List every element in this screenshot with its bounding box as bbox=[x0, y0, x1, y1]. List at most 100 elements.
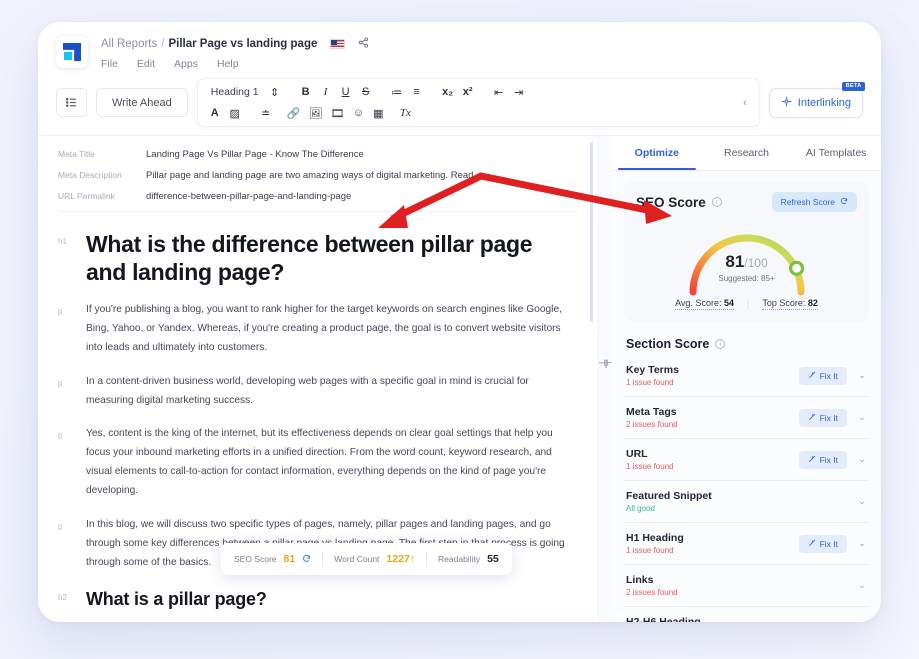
meta-title-label: Meta Title bbox=[58, 149, 95, 159]
top-score-value: 82 bbox=[807, 298, 818, 308]
meta-row-title[interactable]: Meta Title Landing Page Vs Pillar Page -… bbox=[38, 144, 598, 165]
app-logo[interactable] bbox=[56, 36, 88, 68]
interlink-icon bbox=[781, 96, 792, 110]
italic-button[interactable]: I bbox=[317, 83, 335, 101]
section-row[interactable]: URL 1 issue found Fix It ⌄ bbox=[624, 439, 869, 481]
pane-splitter[interactable]: ⊣|⊢ bbox=[598, 136, 614, 622]
document-block-h2: h2 What is a pillar page? bbox=[58, 588, 574, 611]
section-row[interactable]: Featured Snippet All good ⌄ bbox=[624, 481, 869, 523]
refresh-icon bbox=[840, 197, 848, 207]
editor-scrollbar[interactable] bbox=[590, 142, 593, 322]
section-score-title: Section Score bbox=[626, 337, 710, 351]
menu-file[interactable]: File bbox=[101, 58, 118, 70]
refresh-score-button[interactable]: Refresh Score bbox=[771, 192, 857, 212]
bold-button[interactable]: B bbox=[297, 83, 315, 101]
subscript-button[interactable]: x₂ bbox=[439, 83, 457, 101]
block-tag-p: p bbox=[58, 521, 63, 531]
chevron-down-icon[interactable]: ⌄ bbox=[857, 496, 867, 507]
strikethrough-button[interactable]: S bbox=[357, 83, 375, 101]
section-row[interactable]: H1 Heading 1 issue found Fix It ⌄ bbox=[624, 523, 869, 565]
highlight-color-button[interactable]: ▨ bbox=[226, 104, 244, 122]
tab-research[interactable]: Research bbox=[702, 136, 792, 170]
chevron-left-icon[interactable]: ‹ bbox=[739, 97, 751, 109]
format-row-2: A ▨ ≐ 🔗 🖼 🎞 ☺ ▦ Tx bbox=[206, 103, 739, 123]
seo-score-card: SEO Score i Refresh Score 81/100 Suggest… bbox=[624, 181, 869, 322]
heading-select-chevron-icon[interactable]: ⇕ bbox=[266, 83, 284, 101]
paragraph-1[interactable]: If you're publishing a blog, you want to… bbox=[86, 301, 574, 358]
section-row[interactable]: H2-H6 Heading2 issues found⌄ bbox=[624, 607, 869, 622]
emoji-icon[interactable]: ☺ bbox=[349, 104, 367, 122]
ordered-list-button[interactable]: ≔ bbox=[388, 83, 406, 101]
menu-help[interactable]: Help bbox=[217, 58, 239, 70]
section-name: Key Terms bbox=[626, 364, 679, 376]
chevron-down-icon[interactable]: ⌄ bbox=[857, 412, 867, 423]
fix-it-button[interactable]: Fix It bbox=[798, 408, 847, 427]
meta-fields: Meta Title Landing Page Vs Pillar Page -… bbox=[38, 136, 598, 216]
logo-mark-icon bbox=[63, 43, 81, 61]
indent-button[interactable]: ⇥ bbox=[510, 83, 528, 101]
fix-it-button[interactable]: Fix It bbox=[798, 366, 847, 385]
section-heading[interactable]: What is a pillar page? bbox=[86, 588, 574, 611]
fix-it-button[interactable]: Fix It bbox=[798, 534, 847, 553]
chevron-down-icon[interactable]: ⌄ bbox=[857, 454, 867, 465]
write-ahead-button[interactable]: Write Ahead bbox=[96, 88, 188, 117]
refresh-icon[interactable] bbox=[302, 554, 311, 565]
meta-row-permalink[interactable]: URL Permalink difference-between-pillar-… bbox=[38, 186, 598, 207]
chevron-down-icon[interactable]: ⌄ bbox=[857, 580, 867, 591]
table-icon[interactable]: ▦ bbox=[369, 104, 387, 122]
tab-ai-templates[interactable]: AI Templates bbox=[791, 136, 881, 170]
top-score: Top Score: 82 bbox=[762, 298, 818, 310]
fix-it-label: Fix It bbox=[819, 412, 838, 423]
fix-it-label: Fix It bbox=[819, 454, 838, 465]
link-icon[interactable]: 🔗 bbox=[284, 104, 304, 122]
info-icon[interactable]: i bbox=[711, 197, 722, 207]
superscript-button[interactable]: x² bbox=[459, 83, 477, 101]
heading-select[interactable]: Heading 1 bbox=[206, 83, 264, 101]
interlinking-button[interactable]: Interlinking BETA bbox=[768, 81, 865, 118]
share-icon[interactable] bbox=[358, 37, 369, 51]
section-row[interactable]: Links 2 issues found ⌄ bbox=[624, 565, 869, 607]
paragraph-2[interactable]: In a content-driven business world, deve… bbox=[86, 373, 574, 411]
list-icon[interactable] bbox=[56, 88, 87, 117]
meta-description-value[interactable]: Pillar page and landing page are two ama… bbox=[146, 170, 484, 181]
chevron-down-icon[interactable]: ⌄ bbox=[857, 370, 867, 381]
seo-gauge: 81/100 Suggested: 85+ bbox=[636, 220, 857, 296]
clear-format-button[interactable]: Tx bbox=[396, 104, 414, 122]
tab-optimize[interactable]: Optimize bbox=[612, 136, 702, 170]
drag-handle-icon[interactable]: ⊣|⊢ bbox=[598, 358, 614, 369]
unordered-list-button[interactable]: ≡ bbox=[408, 83, 426, 101]
meta-title-value[interactable]: Landing Page Vs Pillar Page - Know The D… bbox=[146, 149, 364, 160]
menu-apps[interactable]: Apps bbox=[174, 58, 198, 70]
info-icon[interactable]: i bbox=[715, 339, 726, 349]
section-row[interactable]: Key Terms 1 issue found Fix It ⌄ bbox=[624, 355, 869, 397]
us-flag-icon bbox=[330, 39, 346, 49]
image-icon[interactable]: 🖼 bbox=[305, 104, 325, 122]
breadcrumb-all-reports[interactable]: All Reports bbox=[101, 38, 157, 50]
score-footer: Avg. Score: 54 | Top Score: 82 bbox=[636, 298, 857, 310]
section-status: 1 issue found bbox=[626, 462, 674, 471]
url-permalink-label: URL Permalink bbox=[58, 191, 115, 201]
url-permalink-value[interactable]: difference-between-pillar-page-and-landi… bbox=[146, 191, 351, 202]
section-name: Links bbox=[626, 574, 654, 586]
page-title[interactable]: What is the difference between pillar pa… bbox=[86, 230, 574, 286]
block-tag-h2: h2 bbox=[58, 592, 67, 602]
stat-seo-label: SEO Score bbox=[234, 554, 277, 564]
meta-row-description[interactable]: Meta Description Pillar page and landing… bbox=[38, 165, 598, 186]
stat-read-label: Readability bbox=[438, 554, 481, 564]
fix-it-button[interactable]: Fix It bbox=[798, 450, 847, 469]
menu-edit[interactable]: Edit bbox=[137, 58, 155, 70]
section-status: 2 issues found bbox=[626, 420, 678, 429]
chevron-down-icon[interactable]: ⌄ bbox=[857, 538, 867, 549]
panel-scroll-area[interactable]: SEO Score i Refresh Score 81/100 Suggest… bbox=[612, 171, 881, 622]
video-icon[interactable]: 🎞 bbox=[327, 104, 347, 122]
text-color-button[interactable]: A bbox=[206, 104, 224, 122]
outdent-button[interactable]: ⇤ bbox=[490, 83, 508, 101]
block-tag-p: p bbox=[58, 307, 63, 317]
title-zone: All Reports / Pillar Page vs landing pag… bbox=[101, 36, 369, 74]
section-row[interactable]: Meta Tags 2 issues found Fix It ⌄ bbox=[624, 397, 869, 439]
underline-button[interactable]: U bbox=[337, 83, 355, 101]
paragraph-3[interactable]: Yes, content is the king of the internet… bbox=[86, 425, 574, 501]
section-texts: Meta Tags 2 issues found bbox=[626, 406, 799, 429]
align-button[interactable]: ≐ bbox=[257, 104, 275, 122]
avg-score-value: 54 bbox=[723, 298, 734, 308]
